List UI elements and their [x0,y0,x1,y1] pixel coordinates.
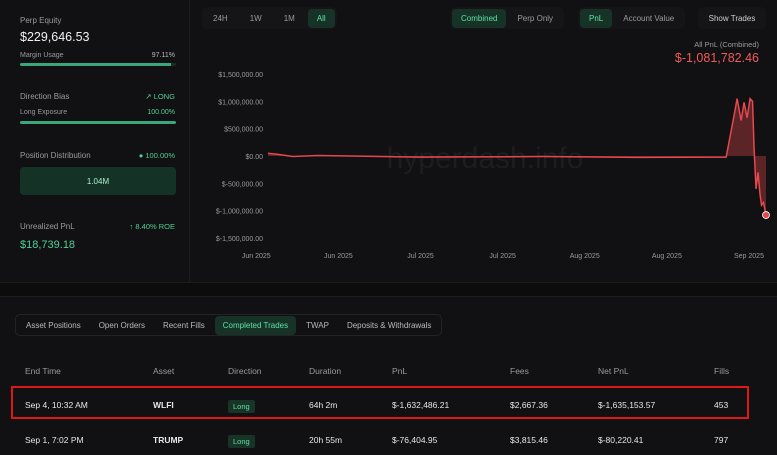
column-header-pnl[interactable]: PnL [392,366,407,376]
x-tick-label: Aug 2025 [652,253,682,260]
position-distribution-value: ● 100.00% [139,151,175,160]
position-distribution-bar[interactable]: 1.04M [20,167,176,195]
tab-open-orders[interactable]: Open Orders [91,316,153,335]
pnl-chart[interactable]: hyperdash.info $1,500,000.00 $1,000,000.0… [200,60,777,265]
x-tick-label: Jul 2025 [407,253,434,260]
asset-cell[interactable]: WLFI [153,400,174,410]
column-header-asset[interactable]: Asset [153,366,174,376]
column-header-duration[interactable]: Duration [309,366,341,376]
y-tick-label: $500,000.00 [224,127,263,134]
tab-deposits-withdrawals[interactable]: Deposits & Withdrawals [339,316,439,335]
time-range-selector: 24H 1W 1M All [202,7,337,29]
long-exposure-value: 100.00% [147,109,175,116]
long-exposure-label: Long Exposure [20,109,68,116]
show-trades-button[interactable]: Show Trades [698,7,766,29]
x-tick-label: Aug 2025 [570,253,600,260]
y-tick-label: $-1,500,000.00 [216,236,263,243]
unrealized-pnl-label: Unrealized PnL [20,222,75,231]
fills-cell: 453 [714,400,729,410]
margin-usage-value: 97.11% [151,52,175,59]
unrealized-pnl-value: $18,739.18 [20,239,76,251]
tab-completed-trades[interactable]: Completed Trades [214,315,297,335]
time-range-1w[interactable]: 1W [241,9,271,28]
direction-badge: Long [228,400,255,413]
time-range-24h[interactable]: 24H [204,9,237,28]
y-tick-label: $0.00 [245,154,263,161]
duration-cell: 20h 55m [309,435,343,445]
y-tick-label: $-500,000.00 [222,181,263,188]
margin-usage-bar [20,63,176,66]
end-time-cell: Sep 1, 7:02 PM [25,435,84,445]
long-exposure-bar [20,121,176,124]
y-tick-label: $1,500,000.00 [218,72,263,79]
column-header-fees[interactable]: Fees [510,366,529,376]
trend-up-icon: ↗ [145,92,154,101]
pnl-chart-title: All PnL (Combined) [694,40,759,49]
margin-usage-bar-fill [20,63,172,66]
x-tick-label: Jun 2025 [324,253,353,260]
tab-recent-fills[interactable]: Recent Fills [155,316,213,335]
position-distribution-label: Position Distribution [20,151,91,160]
direction-bias-value: ↗ LONG [145,92,175,101]
direction-badge: Long [228,435,255,448]
y-tick-label: $1,000,000.00 [218,99,263,106]
column-header-net-pnl[interactable]: Net PnL [598,366,629,376]
column-header-direction[interactable]: Direction [228,366,262,376]
perp-only-button[interactable]: Perp Only [508,9,562,28]
combined-button[interactable]: Combined [452,8,507,28]
tab-twap[interactable]: TWAP [298,316,337,335]
y-tick-label: $-1,000,000.00 [216,209,263,216]
x-tick-label: Sep 2025 [734,253,764,260]
long-exposure-bar-fill [20,121,176,124]
x-tick-label: Jul 2025 [489,253,516,260]
pnl-button[interactable]: PnL [580,8,613,28]
column-header-end-time[interactable]: End Time [25,366,61,376]
asset-cell[interactable]: TRUMP [153,435,183,445]
overview-panel: Perp Equity $229,646.53 Margin Usage 97.… [0,0,777,283]
x-tick-label: Jun 2025 [242,253,271,260]
perp-equity-value: $229,646.53 [20,30,90,44]
watermark: hyperdash.info [387,142,584,175]
margin-usage-label: Margin Usage [20,52,64,59]
account-value-button[interactable]: Account Value [614,9,683,28]
perp-equity-label: Perp Equity [20,16,62,25]
time-range-all[interactable]: All [307,8,335,28]
pnl-line [267,96,767,216]
fees-cell: $3,815.46 [510,435,548,445]
net-pnl-cell: $-1,635,153.57 [598,400,656,410]
account-summary: Perp Equity $229,646.53 Margin Usage 97.… [0,0,190,283]
direction-bias-text: LONG [153,92,175,101]
pnl-endpoint[interactable] [762,211,770,219]
tab-asset-positions[interactable]: Asset Positions [18,316,89,335]
trades-tabs: Asset Positions Open Orders Recent Fills… [15,314,443,336]
fills-cell: 797 [714,435,729,445]
pnl-cell: $-76,404.95 [392,435,438,445]
roe-text: 8.40% ROE [135,222,175,231]
fees-cell: $2,667.36 [510,400,548,410]
unrealized-pnl-roe: ↑ 8.40% ROE [130,222,175,231]
metric-toggle: PnL Account Value [578,7,686,29]
end-time-cell: Sep 4, 10:32 AM [25,400,88,410]
net-pnl-cell: $-80,220.41 [598,435,644,445]
column-header-fills[interactable]: Fills [714,366,729,376]
position-distribution-text: 100.00% [145,151,175,160]
duration-cell: 64h 2m [309,400,338,410]
time-range-1m[interactable]: 1M [275,9,304,28]
trades-panel: Asset Positions Open Orders Recent Fills… [0,296,777,455]
view-toggle: Combined Perp Only [450,7,565,29]
pnl-cell: $-1,632,486.21 [392,400,450,410]
direction-bias-label: Direction Bias [20,92,70,101]
